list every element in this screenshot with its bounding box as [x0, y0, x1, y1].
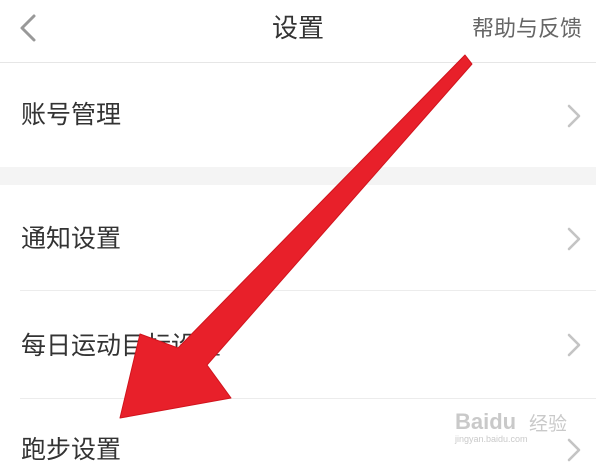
section-divider [0, 167, 596, 185]
settings-item-label: 每日运动目标设置 [21, 331, 222, 360]
back-button[interactable] [10, 8, 50, 48]
chevron-right-icon [567, 333, 581, 357]
settings-item-notifications[interactable]: 通知设置 [0, 185, 596, 290]
baidu-jingyan-watermark: Baidu 经验 jingyan.baidu.com [455, 403, 585, 448]
settings-item-label: 通知设置 [21, 224, 122, 253]
watermark-brand: Baidu [455, 409, 517, 434]
nav-bar: 设置 帮助与反馈 [0, 0, 596, 63]
settings-item-daily-goal[interactable]: 每日运动目标设置 [0, 291, 596, 398]
chevron-right-icon [567, 227, 581, 251]
settings-item-account[interactable]: 账号管理 [0, 63, 596, 167]
watermark-url: jingyan.baidu.com [455, 434, 528, 444]
watermark-sub: 经验 [529, 413, 568, 435]
chevron-left-icon [20, 14, 36, 42]
settings-item-label: 跑步设置 [21, 435, 122, 464]
settings-item-label: 账号管理 [21, 100, 122, 129]
help-feedback-link[interactable]: 帮助与反馈 [472, 16, 582, 44]
chevron-right-icon [567, 104, 581, 128]
